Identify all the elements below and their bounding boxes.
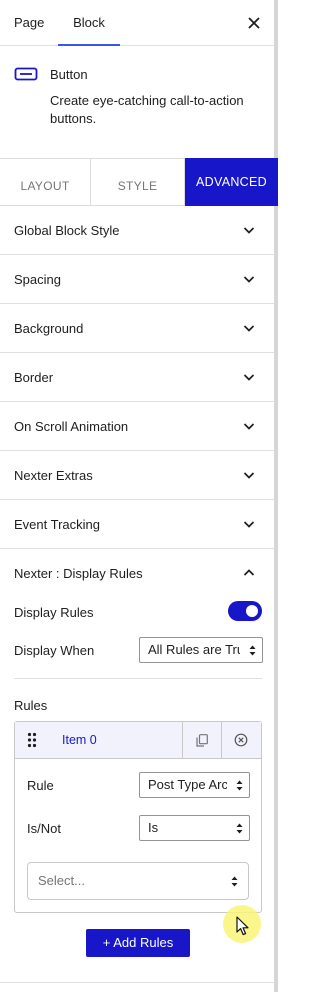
- panel-title: Global Block Style: [14, 223, 120, 238]
- panel-on-scroll-animation[interactable]: On Scroll Animation: [0, 402, 274, 451]
- chevron-down-icon: [243, 276, 255, 283]
- select-value: Is: [148, 820, 159, 835]
- rule-value-select[interactable]: Select...: [27, 862, 249, 900]
- toggle-knob: [246, 605, 258, 617]
- chevron-down-icon: [243, 325, 255, 332]
- tab-style[interactable]: STYLE: [91, 159, 185, 206]
- select-placeholder: Select...: [38, 873, 85, 888]
- mouse-pointer-icon: [236, 916, 249, 936]
- close-icon: [248, 17, 260, 29]
- panel-title: Background: [14, 321, 84, 336]
- style-tabs: LAYOUT STYLE ADVANCED: [0, 158, 278, 206]
- tab-page[interactable]: Page: [14, 0, 44, 46]
- block-card: Button Create eye-catching call-to-actio…: [0, 46, 274, 158]
- panel-title: Spacing: [14, 272, 61, 287]
- tab-layout[interactable]: LAYOUT: [0, 159, 91, 206]
- panel-title: Border: [14, 370, 54, 385]
- add-rules-button[interactable]: + Add Rules: [86, 929, 190, 957]
- isnot-select[interactable]: Is: [139, 815, 250, 841]
- display-rules-label: Display Rules: [14, 605, 94, 620]
- tab-advanced[interactable]: ADVANCED: [185, 158, 278, 206]
- select-arrows-icon: [236, 823, 243, 834]
- panel-nexter-extras[interactable]: Nexter Extras: [0, 451, 274, 500]
- select-arrows-icon: [231, 876, 238, 887]
- scrollbar-thumb[interactable]: [274, 0, 278, 992]
- display-when-select[interactable]: All Rules are True: [139, 637, 263, 663]
- panel-background[interactable]: Background: [0, 304, 274, 353]
- block-name: Button: [50, 67, 88, 82]
- remove-circle-icon: [234, 733, 248, 747]
- panel-border[interactable]: Border: [0, 353, 274, 402]
- select-arrows-icon: [236, 780, 243, 791]
- chevron-down-icon: [243, 472, 255, 479]
- rule-item: Item 0 Rule Post Type Archive Is/Not Is …: [14, 721, 262, 913]
- block-description: Create eye-catching call-to-action butto…: [50, 93, 244, 126]
- display-when-label: Display When: [14, 643, 95, 658]
- panel-event-tracking[interactable]: Event Tracking: [0, 500, 274, 549]
- isnot-label: Is/Not: [27, 821, 61, 836]
- panel-title: On Scroll Animation: [14, 419, 129, 434]
- chevron-down-icon: [243, 227, 255, 234]
- rule-select[interactable]: Post Type Archive: [139, 772, 250, 798]
- panel-spacing[interactable]: Spacing: [0, 255, 274, 304]
- chevron-up-icon[interactable]: [242, 566, 256, 580]
- duplicate-item-button[interactable]: [182, 722, 221, 758]
- rules-label: Rules: [14, 698, 48, 713]
- remove-item-button[interactable]: [221, 722, 260, 758]
- button-block-icon: [14, 67, 38, 81]
- tab-block[interactable]: Block: [58, 0, 120, 46]
- panel-title: Event Tracking: [14, 517, 100, 532]
- panel-title[interactable]: Nexter : Display Rules: [14, 566, 143, 582]
- copy-icon: [196, 733, 208, 747]
- close-button[interactable]: [242, 11, 266, 35]
- divider: [14, 678, 262, 679]
- rule-item-header[interactable]: Item 0: [15, 722, 261, 759]
- chevron-down-icon: [243, 521, 255, 528]
- drag-handle-icon[interactable]: [27, 732, 37, 748]
- rule-label: Rule: [27, 778, 54, 793]
- chevron-down-icon: [243, 374, 255, 381]
- inspector-tabs: Page Block: [0, 0, 274, 46]
- panel-global-block-style[interactable]: Global Block Style: [0, 206, 274, 255]
- display-rules-toggle[interactable]: [228, 601, 262, 621]
- rule-item-label[interactable]: Item 0: [62, 722, 97, 759]
- select-value: Post Type Archive: [148, 777, 227, 792]
- chevron-down-icon: [243, 423, 255, 430]
- panel-title: Nexter Extras: [14, 468, 93, 483]
- select-arrows-icon: [249, 645, 256, 656]
- sidebar-scrollbar[interactable]: [274, 0, 278, 992]
- select-value: All Rules are True: [148, 642, 240, 657]
